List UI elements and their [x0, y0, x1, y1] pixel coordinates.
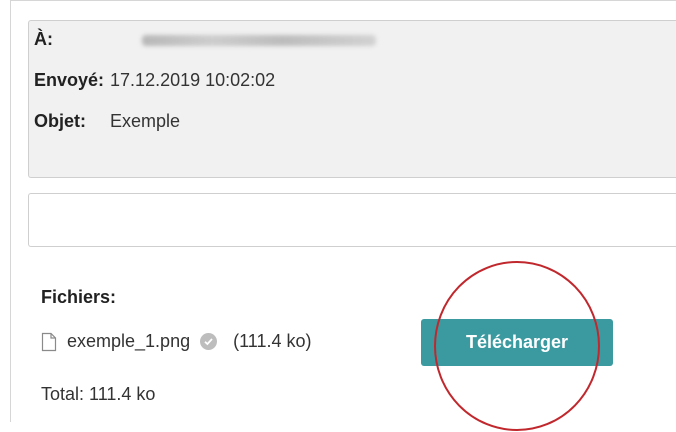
- sent-label: Envoyé:: [34, 70, 105, 90]
- download-button[interactable]: Télécharger: [421, 319, 613, 366]
- recipient-label: À:: [34, 29, 53, 49]
- sent-value: 17.12.2019 10:02:02: [110, 70, 276, 90]
- message-body[interactable]: [28, 193, 676, 247]
- file-size: (111.4 ko): [233, 331, 312, 351]
- recipient-row: À:: [34, 29, 376, 50]
- check-circle-icon: [200, 333, 218, 350]
- file-item: exemple_1.png (111.4 ko): [41, 331, 311, 352]
- file-name[interactable]: exemple_1.png: [67, 331, 190, 352]
- files-title: Fichiers:: [41, 287, 117, 307]
- subject-label: Objet:: [34, 111, 86, 131]
- subject-value: Exemple: [110, 111, 181, 131]
- subject-row: Objet: Exemple: [34, 111, 180, 132]
- recipient-value-blurred: [142, 35, 376, 46]
- files-total: Total: 111.4 ko: [41, 384, 156, 404]
- file-icon: [41, 332, 57, 351]
- sent-row: Envoyé: 17.12.2019 10:02:02: [34, 70, 275, 91]
